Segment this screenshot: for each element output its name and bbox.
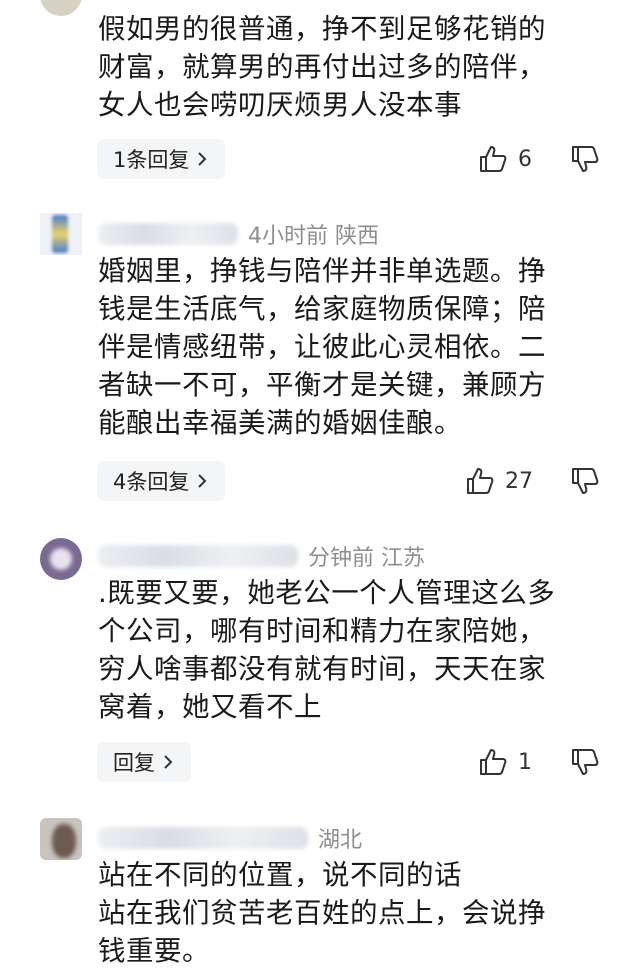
like-button[interactable]: 27 [465, 466, 533, 496]
avatar[interactable] [40, 0, 82, 16]
comment-line: 女人也会唠叨厌烦男人没本事 [98, 89, 462, 121]
comment-meta: 4小时前 陕西 [98, 218, 379, 250]
dislike-button[interactable] [570, 144, 600, 174]
comment-line: 能酿出幸福美满的婚姻佳酿。 [98, 407, 462, 439]
thumbs-down-icon [572, 146, 599, 172]
reply-count-label: 4条回复 [113, 470, 190, 494]
meta-time-location: 湖北 [318, 828, 363, 853]
thumbs-up-icon [467, 468, 494, 494]
thumbs-down-icon [572, 468, 599, 494]
avatar[interactable] [40, 818, 82, 860]
username-redacted[interactable] [98, 223, 238, 245]
view-replies-button[interactable]: 1条回复 [97, 139, 226, 179]
comment-line: 站在不同的位置，说不同的话 [98, 859, 462, 891]
comment-text: 假如男的很普通，挣不到足够花销的 财富，就算男的再付出过多的陪伴， 女人也会唠叨… [98, 10, 608, 124]
meta-time-location: 分钟前 江苏 [308, 546, 425, 571]
chevron-right-icon [198, 474, 207, 488]
chevron-right-icon [198, 152, 207, 166]
comment-line: .既要又要，她老公一个人管理这么多 [98, 577, 556, 609]
comment-text: 站在不同的位置，说不同的话 站在我们贫苦老百姓的点上，会说挣 钱重要。 [98, 856, 608, 970]
username-redacted[interactable] [98, 827, 308, 849]
comment-line: 财富，就算男的再付出过多的陪伴， [98, 51, 546, 83]
comment-line: 钱重要。 [98, 935, 210, 967]
username-redacted[interactable] [98, 545, 298, 567]
comment-line: 钱是生活底气，给家庭物质保障；陪 [98, 293, 546, 325]
avatar[interactable] [40, 213, 82, 255]
like-count: 27 [505, 468, 533, 494]
comment-line: 伴是情感纽带，让彼此心灵相依。二 [98, 331, 546, 363]
comment-meta: 湖北 [98, 822, 362, 854]
view-replies-button[interactable]: 4条回复 [97, 461, 226, 501]
comment-line: 站在我们贫苦老百姓的点上，会说挣 [98, 897, 546, 929]
comment-line: 窝着，她又看不上 [98, 691, 322, 723]
like-button[interactable]: 6 [478, 144, 532, 174]
reply-button[interactable]: 回复 [97, 742, 191, 782]
chevron-right-icon [164, 755, 173, 769]
comment-text: .既要又要，她老公一个人管理这么多 个公司，哪有时间和精力在家陪她， 穷人啥事都… [98, 574, 608, 726]
thumbs-up-icon [480, 749, 507, 775]
comment-text: 婚姻里，挣钱与陪伴并非单选题。挣 钱是生活底气，给家庭物质保障；陪 伴是情感纽带… [98, 252, 608, 442]
comment-line: 穷人啥事都没有就有时间，天天在家 [98, 653, 546, 685]
reply-count-label: 1条回复 [113, 148, 190, 172]
dislike-button[interactable] [570, 466, 600, 496]
comment-line: 个公司，哪有时间和精力在家陪她， [98, 615, 546, 647]
like-count: 6 [518, 146, 532, 172]
comment-line: 婚姻里，挣钱与陪伴并非单选题。挣 [98, 255, 546, 287]
avatar[interactable] [40, 538, 82, 580]
dislike-button[interactable] [570, 747, 600, 777]
like-count: 1 [518, 749, 532, 775]
comment-line: 者缺一不可，平衡才是关键，兼顾方 [98, 369, 546, 401]
reply-label: 回复 [113, 751, 155, 775]
thumbs-down-icon [572, 749, 599, 775]
meta-time-location: 4小时前 陕西 [248, 224, 379, 249]
comment-meta: 分钟前 江苏 [98, 540, 425, 572]
comment-line: 假如男的很普通，挣不到足够花销的 [98, 13, 546, 45]
thumbs-up-icon [480, 146, 507, 172]
like-button[interactable]: 1 [478, 747, 532, 777]
